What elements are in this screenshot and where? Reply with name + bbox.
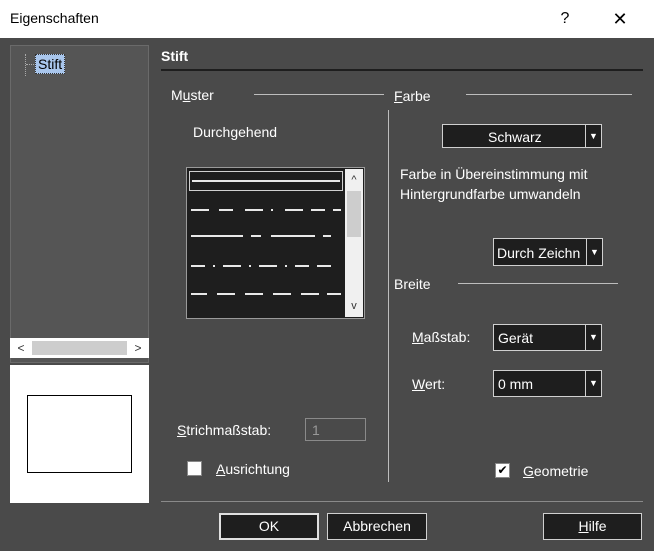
farbe-group-rule	[466, 94, 632, 95]
farbe-hint-line1: Farbe in Übereinstimmung mit	[400, 166, 588, 182]
pattern-item-longdash[interactable]	[189, 226, 343, 246]
muster-group-rule	[254, 94, 384, 95]
pattern-dash	[327, 293, 341, 295]
scroll-down-icon[interactable]: v	[345, 297, 363, 315]
column-separator	[388, 110, 389, 482]
pattern-dash	[295, 265, 309, 267]
scroll-right-icon[interactable]: >	[129, 338, 147, 358]
pattern-dash	[191, 209, 209, 211]
pattern-dash	[333, 209, 341, 211]
window-title: Eigenschaften	[10, 10, 99, 26]
pattern-item-dash[interactable]	[189, 200, 343, 220]
pattern-dash	[251, 235, 261, 237]
ausrichtung-checkbox[interactable]	[187, 461, 202, 476]
ok-button[interactable]: OK	[219, 513, 319, 540]
color-dropdown[interactable]: Schwarz ▼	[442, 124, 602, 148]
tree-item-stift[interactable]: Stift	[35, 54, 66, 74]
pen-preview	[10, 365, 149, 503]
pattern-dash	[273, 293, 291, 295]
pattern-dash	[285, 209, 303, 211]
pattern-dash	[191, 265, 205, 267]
massstab-value: Gerät	[498, 330, 534, 346]
pattern-dash	[191, 235, 243, 237]
scroll-left-icon[interactable]: <	[12, 338, 30, 358]
wert-label: Wert:	[412, 376, 446, 392]
preview-rectangle	[27, 395, 132, 473]
pattern-list[interactable]: ^ v	[186, 167, 365, 319]
title-bar: Eigenschaften ? ✕	[0, 0, 654, 38]
pattern-dash	[317, 265, 331, 267]
ausrichtung-label[interactable]: Ausrichtung	[216, 461, 290, 477]
help-button[interactable]: Hilfe	[543, 513, 642, 540]
pattern-dot	[213, 265, 215, 267]
scroll-thumb[interactable]	[347, 191, 361, 237]
color-mode-value: Durch Zeichn	[497, 245, 581, 261]
scroll-up-icon[interactable]: ^	[345, 171, 363, 189]
massstab-dropdown[interactable]: Gerät ▼	[493, 324, 602, 351]
color-mode-dropdown[interactable]: Durch Zeichn ▼	[493, 238, 603, 266]
pattern-item-shortdash[interactable]	[189, 284, 343, 304]
strichmassstab-input[interactable]: 1	[305, 418, 366, 441]
chevron-down-icon[interactable]: ▼	[585, 125, 601, 147]
pattern-item-solid[interactable]	[189, 171, 343, 191]
farbe-hint-line2: Hintergrundfarbe umwandeln	[400, 186, 581, 202]
pattern-dot	[249, 265, 251, 267]
pattern-dash	[217, 293, 235, 295]
chevron-down-icon[interactable]: ▼	[586, 239, 602, 265]
breite-group-rule	[458, 283, 618, 284]
breite-label: Breite	[394, 276, 431, 292]
geometrie-checkbox[interactable]: ✔	[495, 463, 510, 478]
geometrie-label[interactable]: Geometrie	[523, 463, 588, 479]
pattern-vertical-scrollbar[interactable]: ^ v	[345, 169, 363, 317]
pattern-dash	[311, 209, 325, 211]
tree-connector	[25, 54, 26, 76]
section-title-rule	[161, 69, 643, 71]
strichmassstab-label: Strichmaßstab:	[177, 422, 272, 438]
pattern-dot	[285, 265, 287, 267]
muster-label: Muster	[171, 87, 214, 103]
chevron-down-icon[interactable]: ▼	[585, 371, 601, 396]
pattern-dash	[191, 293, 207, 295]
pattern-line	[192, 180, 340, 182]
help-icon[interactable]: ?	[552, 6, 578, 32]
pattern-dash	[301, 293, 319, 295]
pattern-dash	[245, 209, 263, 211]
pattern-dash	[271, 235, 315, 237]
scroll-track[interactable]	[32, 341, 127, 355]
chevron-down-icon[interactable]: ▼	[585, 325, 601, 350]
color-dropdown-value: Schwarz	[488, 129, 542, 145]
wert-value: 0 mm	[498, 376, 533, 392]
pattern-dash	[219, 209, 233, 211]
pattern-dash	[245, 293, 263, 295]
category-tree[interactable]: Stift	[10, 45, 149, 363]
tree-horizontal-scrollbar[interactable]: < >	[10, 338, 149, 358]
pattern-dot	[271, 209, 273, 211]
section-title: Stift	[161, 48, 189, 64]
close-icon[interactable]: ✕	[604, 6, 636, 32]
tree-connector-h	[26, 64, 34, 65]
farbe-label: Farbe	[394, 88, 431, 104]
pattern-dash	[323, 235, 331, 237]
pattern-dash	[223, 265, 241, 267]
cancel-button[interactable]: Abbrechen	[327, 513, 427, 540]
massstab-label: Maßstab:	[412, 329, 471, 345]
muster-current-label: Durchgehend	[193, 124, 278, 140]
pattern-item-dashdot[interactable]	[189, 256, 343, 276]
footer-separator	[161, 501, 643, 502]
wert-dropdown[interactable]: 0 mm ▼	[493, 370, 602, 397]
pattern-dash	[259, 265, 277, 267]
